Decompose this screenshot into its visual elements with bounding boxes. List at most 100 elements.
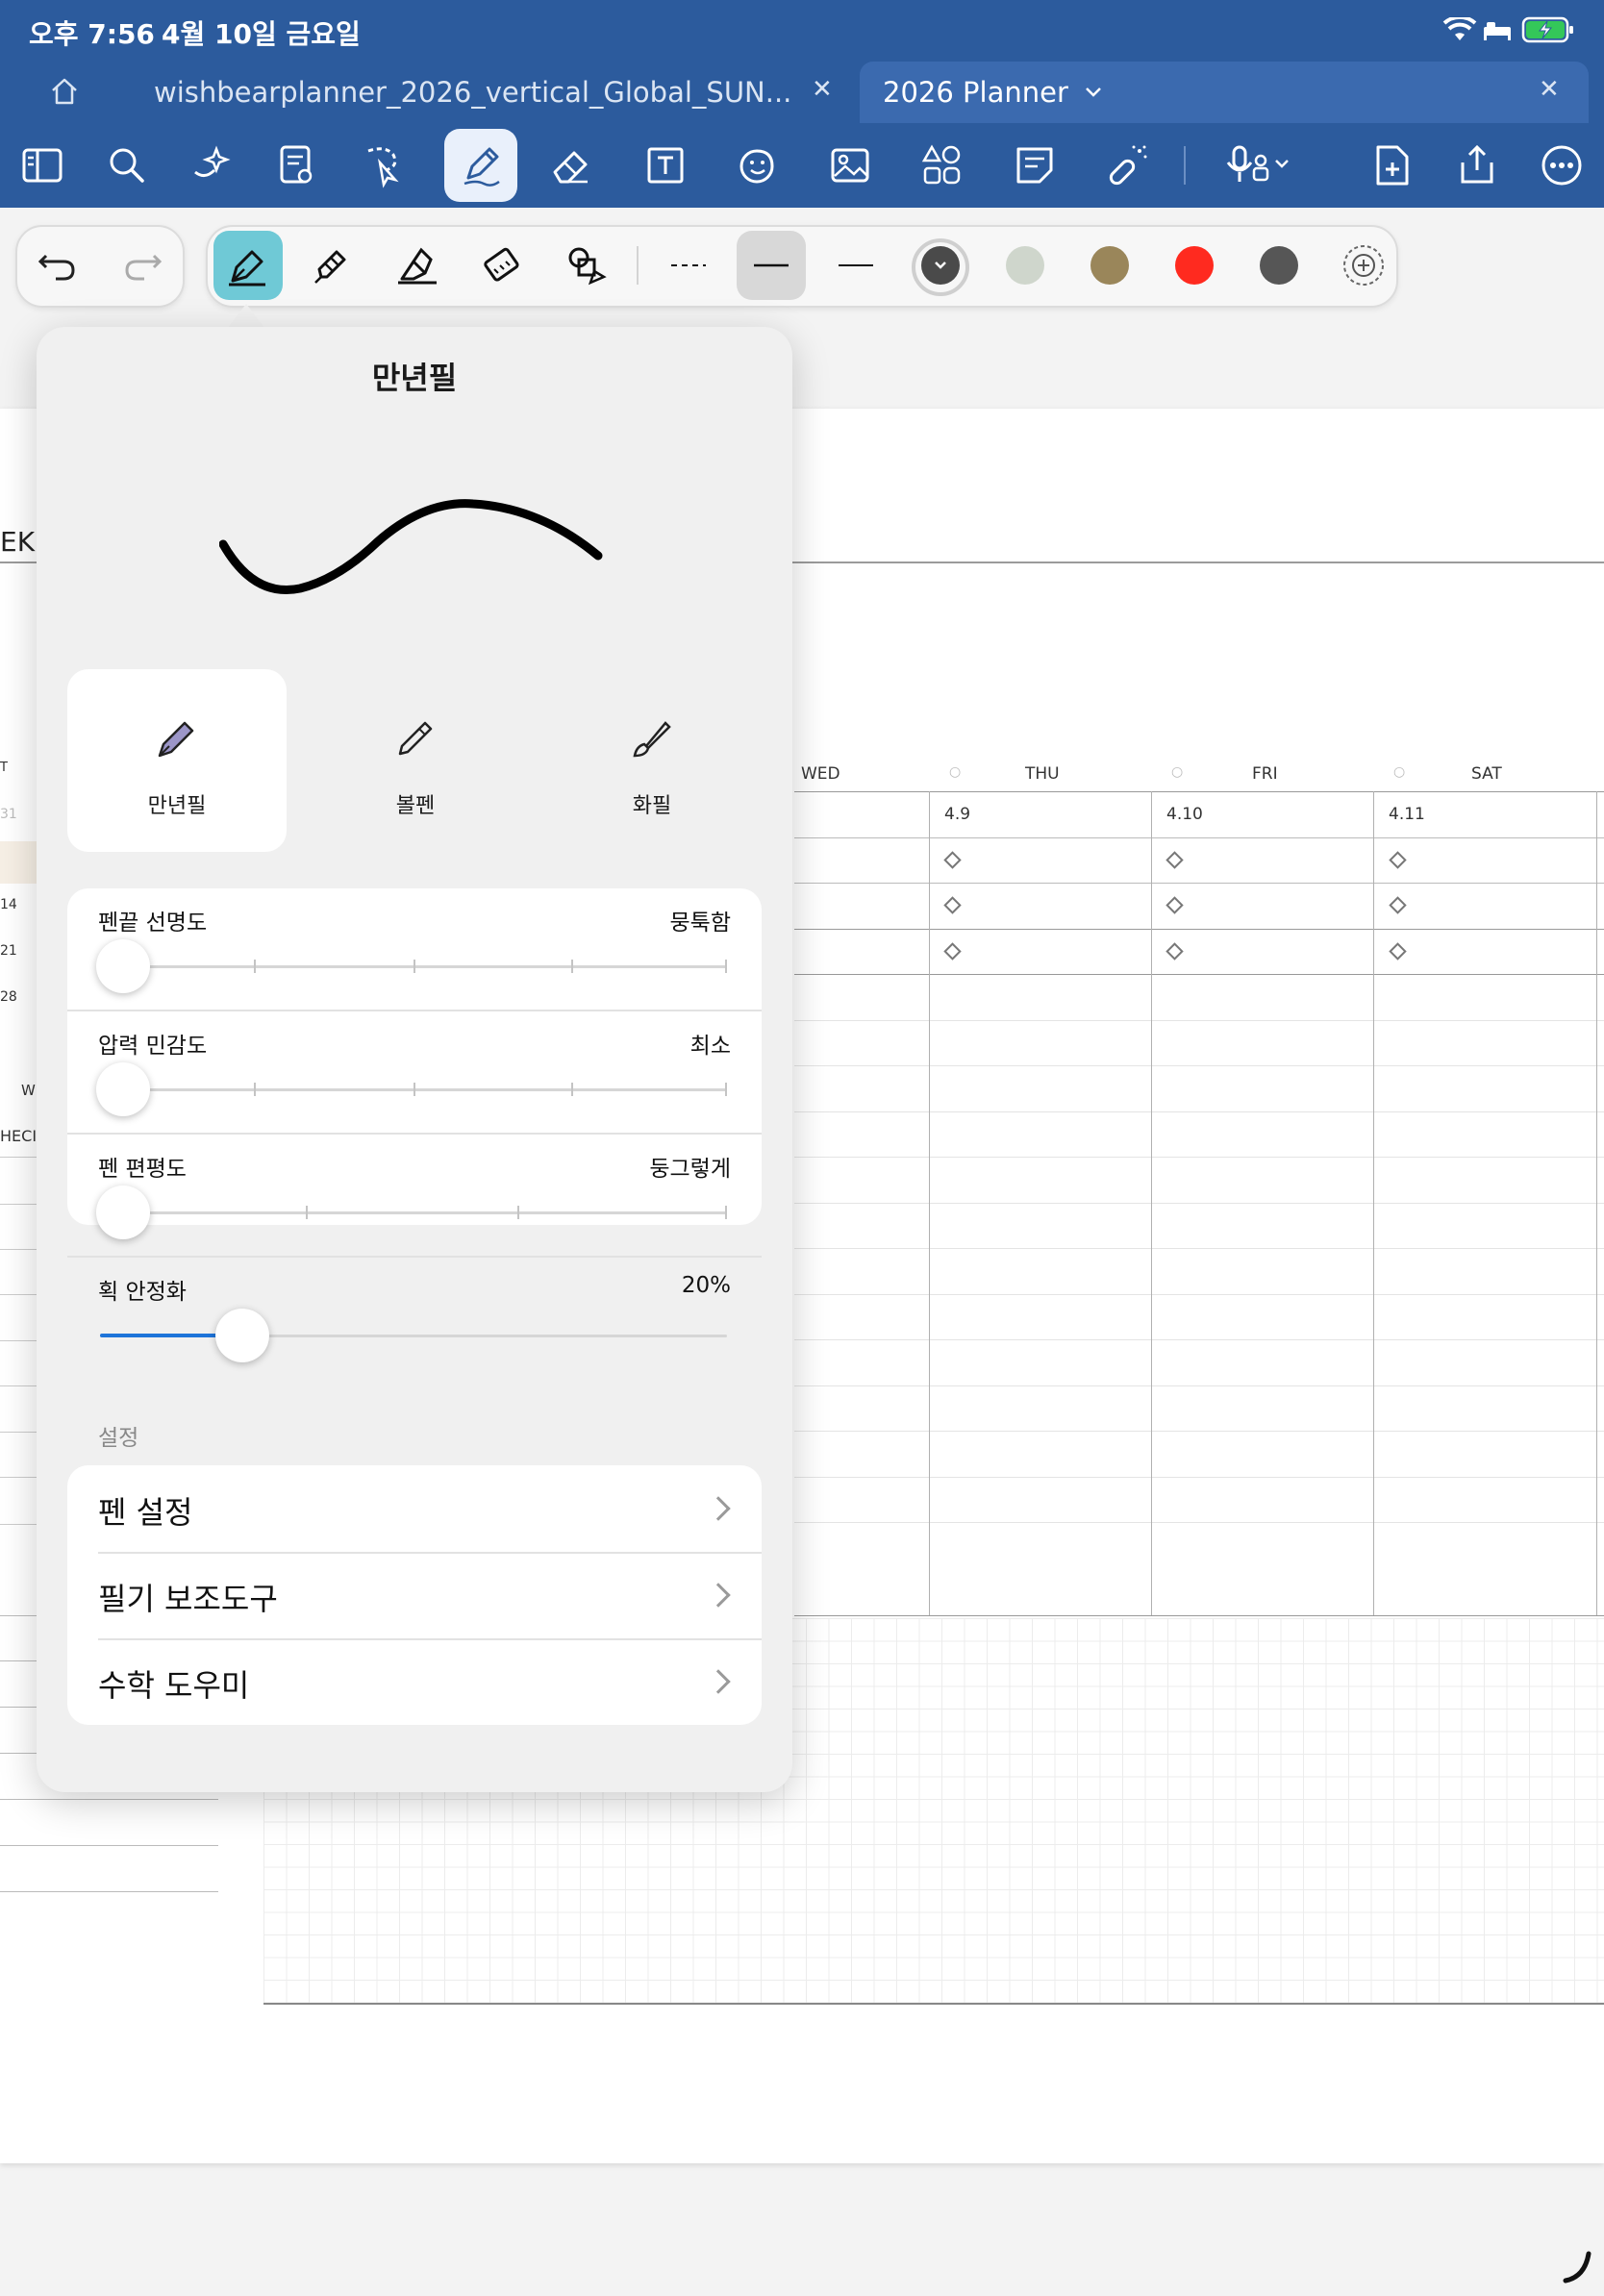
ruler-icon — [484, 247, 519, 282]
highlighter-icon — [314, 250, 346, 284]
slider-label: 펜 편평도 — [98, 1157, 187, 1182]
tab-label: wishbearplanner_2026_vertical_Global_SUN… — [154, 76, 792, 109]
lasso-button[interactable] — [344, 129, 417, 202]
popover-arrow — [227, 304, 265, 329]
microphone-button[interactable] — [1210, 129, 1306, 202]
checkbox-diamond[interactable] — [943, 896, 962, 914]
day-dot: ○ — [1393, 764, 1406, 780]
popover-title: 만년필 — [371, 360, 458, 396]
highlighter-tool[interactable] — [298, 231, 367, 300]
more-icon — [1541, 145, 1582, 186]
stroke-medium-button[interactable] — [737, 231, 806, 300]
sticker-button[interactable] — [721, 129, 794, 202]
add-page-icon — [1376, 145, 1409, 186]
slider-value: 20% — [681, 1273, 731, 1298]
image-icon — [831, 148, 869, 183]
pen-tool-button[interactable] — [444, 129, 517, 202]
home-icon[interactable] — [48, 75, 81, 108]
menu-label: 필기 보조도구 — [98, 1581, 278, 1617]
slider-label: 펜끝 선명도 — [98, 911, 208, 936]
checkbox-diamond[interactable] — [943, 942, 962, 961]
slider-fill — [100, 1334, 225, 1337]
sticky-note-button[interactable] — [998, 129, 1071, 202]
slider-knob[interactable] — [215, 1309, 269, 1362]
lasso-icon — [367, 147, 399, 188]
section-header: 설정 — [98, 1426, 139, 1451]
tab-2026-planner[interactable]: 2026 Planner — [860, 62, 1589, 123]
add-color-icon[interactable] — [1341, 242, 1387, 288]
tape-tool[interactable] — [383, 231, 452, 300]
page-curl-icon — [1563, 2251, 1591, 2284]
tab-close-icon[interactable]: ✕ — [812, 75, 833, 104]
checkbox-diamond[interactable] — [1165, 896, 1184, 914]
sticker-icon — [739, 149, 774, 184]
tab-close-icon[interactable]: ✕ — [1539, 75, 1560, 104]
text-box-button[interactable] — [629, 129, 702, 202]
checkbox-diamond[interactable] — [1389, 942, 1407, 961]
tab-wishbear-planner[interactable]: wishbearplanner_2026_vertical_Global_SUN… — [154, 62, 791, 123]
color-swatch-sage[interactable] — [1006, 246, 1044, 285]
brush-pen-icon — [633, 721, 671, 758]
fountain-pen-icon — [229, 250, 265, 287]
chevron-down-icon — [935, 262, 946, 269]
ballpoint-pen-icon — [398, 721, 433, 756]
pen-type-label: 볼펜 — [395, 794, 436, 818]
more-button[interactable] — [1525, 129, 1598, 202]
day-header-sat: SAT — [1471, 764, 1502, 784]
day-dot: ○ — [949, 764, 962, 780]
checkbox-diamond[interactable] — [1165, 942, 1184, 961]
fountain-pen-tool[interactable] — [213, 231, 283, 300]
slider-knob[interactable] — [96, 939, 150, 993]
shape-pen-icon — [568, 247, 607, 286]
search-button[interactable] — [90, 129, 163, 202]
eraser-button[interactable] — [535, 129, 608, 202]
ai-button[interactable] — [175, 129, 248, 202]
slider-track[interactable] — [100, 1211, 727, 1214]
battery-charging-icon — [1521, 16, 1573, 43]
checkbox-diamond[interactable] — [1389, 896, 1407, 914]
stroke-thin-button[interactable] — [821, 231, 890, 300]
read-mode-button[interactable] — [260, 129, 333, 202]
sidebar-icon — [22, 148, 63, 183]
tape-icon — [398, 247, 437, 285]
checkbox-diamond[interactable] — [1389, 851, 1407, 869]
mini-cal-highlight — [0, 841, 37, 884]
color-swatch-olive[interactable] — [1090, 246, 1129, 285]
status-date: 4월 10일 금요일 — [162, 18, 361, 50]
tab-label: 2026 Planner — [883, 76, 1068, 109]
slider-knob[interactable] — [96, 1062, 150, 1116]
slider-knob[interactable] — [96, 1185, 150, 1239]
chevron-down-icon[interactable] — [1084, 86, 1103, 99]
week-label: EK — [0, 526, 36, 558]
color-swatch-red[interactable] — [1175, 246, 1214, 285]
redo-button[interactable] — [108, 231, 177, 300]
medium-line-icon — [754, 263, 789, 267]
add-page-button[interactable] — [1356, 129, 1429, 202]
mini-cal-header: T — [0, 761, 8, 775]
stroke-dashed-button[interactable] — [654, 231, 723, 300]
shapes-button[interactable] — [906, 129, 979, 202]
left-check-label: HECI — [0, 1127, 38, 1145]
mini-cal-day: 31 — [0, 807, 17, 822]
image-button[interactable] — [814, 129, 887, 202]
redo-icon — [125, 254, 163, 281]
slider-label: 압력 민감도 — [98, 1034, 208, 1059]
checkbox-diamond[interactable] — [1165, 851, 1184, 869]
laser-pointer-button[interactable] — [1090, 129, 1164, 202]
ruler-tool[interactable] — [467, 231, 537, 300]
menu-label: 수학 도우미 — [98, 1667, 250, 1704]
day-header-thu: THU — [1025, 764, 1060, 784]
date-cell-sat: 4.11 — [1389, 805, 1425, 824]
slider-value: 뭉툭함 — [669, 911, 731, 936]
app-chrome: 오후 7:56 4월 10일 금요일 wishbearplanner_2026_… — [0, 0, 1604, 208]
mini-cal-day: 21 — [0, 943, 17, 959]
color-swatch-charcoal[interactable] — [1260, 246, 1298, 285]
sidebar-button[interactable] — [6, 129, 79, 202]
shape-pen-tool[interactable] — [552, 231, 621, 300]
stroke-preview — [219, 499, 603, 594]
fountain-pen-icon — [158, 721, 194, 758]
undo-icon — [38, 254, 75, 281]
undo-button[interactable] — [23, 231, 92, 300]
checkbox-diamond[interactable] — [943, 851, 962, 869]
share-button[interactable] — [1441, 129, 1514, 202]
